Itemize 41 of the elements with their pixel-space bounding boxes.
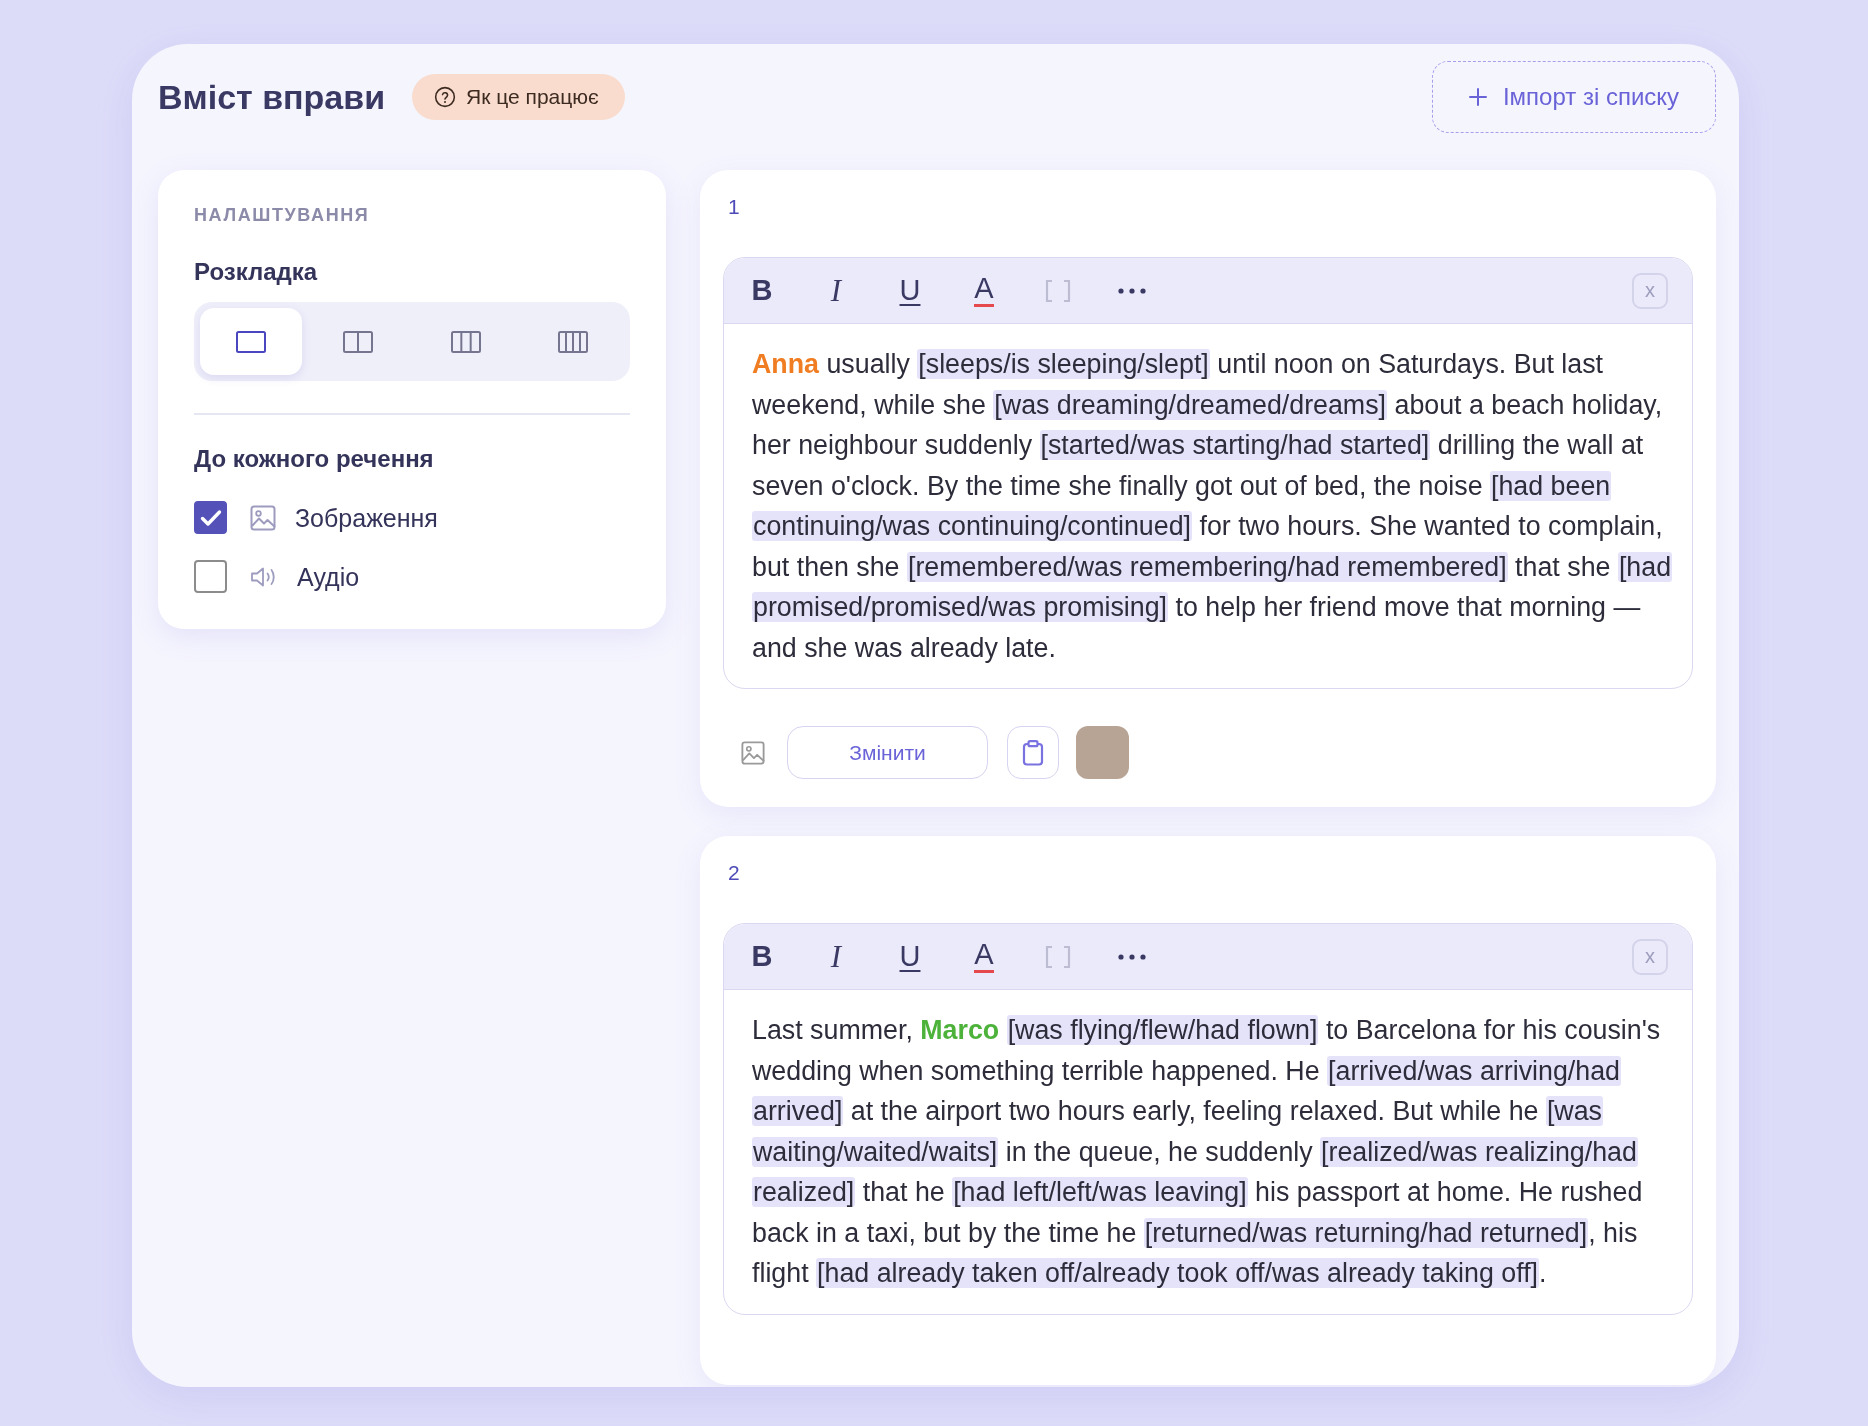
- editor-text-field[interactable]: Last summer, Marco [was flying/flew/had flown] to Barcelona for his cousin's wedding when something terrible happened. He [arrived/was arriving/had arrived] at the airport two hours early, feeling relaxed. But while he [was waiting/waited/waits] in the queue, he suddenly [realized/was realizing/had realized] that he [had left/left/was leaving] his passport at home. He rushed back in a taxi, but by the time he [returned/was returning/had returned], his flight [had already taken off/already took off/was already taking off].: [724, 990, 1692, 1314]
- checkbox-label[interactable]: Аудіо: [297, 561, 360, 592]
- bold-button[interactable]: B: [740, 934, 784, 979]
- import-button[interactable]: Імпорт зі списку: [1432, 61, 1716, 133]
- bold-button[interactable]: B: [740, 268, 784, 313]
- more-icon: [1118, 953, 1146, 960]
- checkbox-label[interactable]: Зображення: [295, 502, 438, 533]
- brackets-icon: [1045, 278, 1071, 303]
- checkbox[interactable]: [194, 560, 227, 593]
- brackets-icon: [1045, 944, 1071, 969]
- underline-button[interactable]: U: [888, 268, 932, 313]
- column-layout-icon: [235, 330, 266, 353]
- per-sentence-label: До кожного речення: [194, 445, 435, 473]
- checkmark-icon: [199, 508, 222, 527]
- column-layout-icon: [343, 330, 374, 353]
- text-color-button[interactable]: A: [962, 268, 1006, 313]
- clipboard-icon: [1022, 739, 1044, 766]
- column-layout-icon: [450, 330, 481, 353]
- page-title: Вміст вправи: [158, 76, 386, 118]
- section-heading: НАЛАШТУВАННЯ: [194, 204, 371, 226]
- help-icon: [434, 86, 457, 108]
- exercise-number: 2: [727, 860, 741, 886]
- clipboard-button[interactable]: [1007, 726, 1059, 779]
- speaker-icon: [250, 565, 278, 588]
- checkbox[interactable]: [194, 501, 227, 534]
- exercise-number: 1: [727, 194, 741, 220]
- italic-button[interactable]: I: [814, 934, 858, 979]
- more-icon: [1118, 287, 1146, 294]
- image-icon: [741, 740, 765, 765]
- help-button[interactable]: Як це працює: [412, 74, 625, 120]
- italic-button[interactable]: I: [814, 268, 858, 313]
- layout-label: Розкладка: [194, 258, 319, 286]
- photo-placeholder: [1076, 726, 1129, 779]
- plus-icon: [1468, 88, 1487, 106]
- change-button[interactable]: Змінити: [787, 726, 988, 779]
- editor-text-field[interactable]: Anna usually [sleeps/is sleeping/slept] until noon on Saturdays. But last weekend, while she [was dreaming/dreamed/dreams] about a beach holiday, her neighbour suddenly [started/was starting/had started] drilling the wall at seven o'clock. By the time she finally got out of bed, the noise [had been continuing/was continuing/continued] for two hours. She wanted to complain, but then she [remembered/was remembering/had remembered] that she [had promised/promised/was promising] to help her friend move that morning — and she was already late.: [724, 324, 1692, 688]
- layout-option-button[interactable]: [200, 308, 302, 375]
- text-color-button[interactable]: A: [962, 934, 1006, 979]
- column-layout-icon: [558, 330, 589, 353]
- underline-button[interactable]: U: [888, 934, 932, 979]
- image-icon: [250, 504, 276, 531]
